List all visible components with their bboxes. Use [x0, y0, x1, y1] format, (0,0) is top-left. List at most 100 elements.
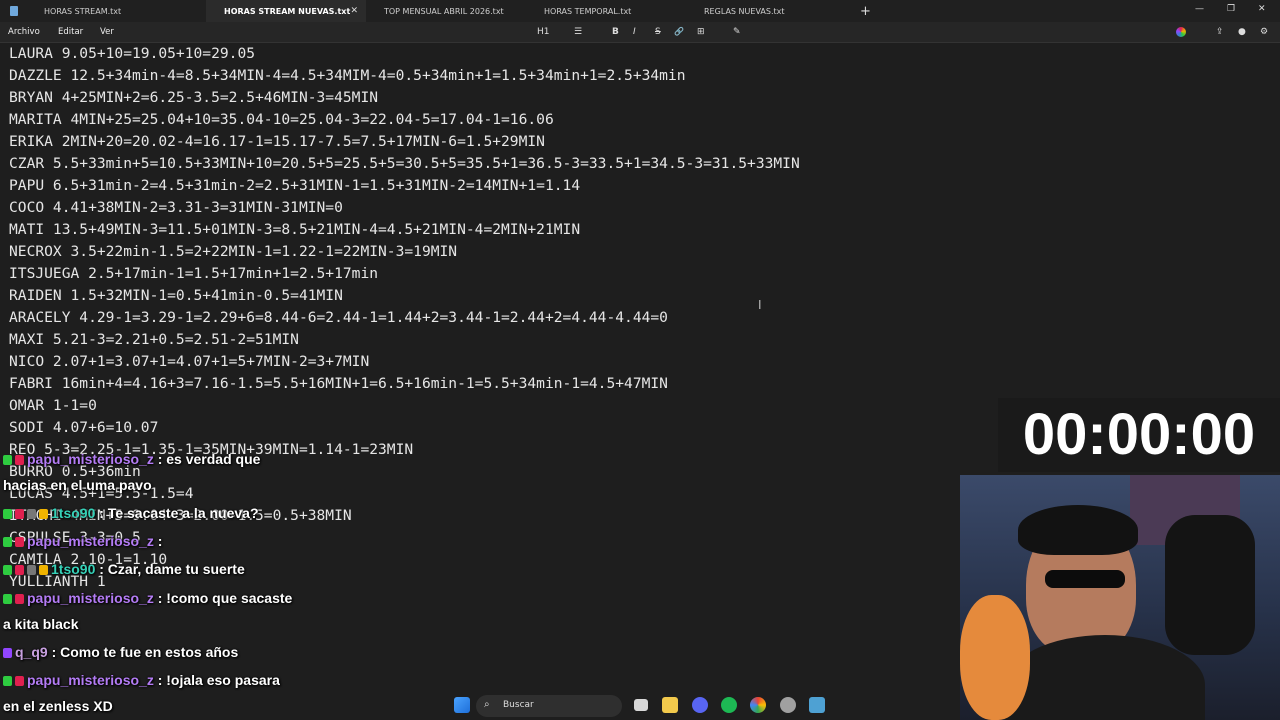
tab-horas-stream[interactable]: HORAS STREAM.txt — [26, 0, 206, 22]
copilot-icon[interactable] — [1176, 27, 1186, 37]
editor-line: ITSJUEGA 2.5+17min-1=1.5+17min+1=2.5+17m… — [9, 265, 379, 282]
tab-close-icon[interactable]: ✕ — [350, 6, 358, 16]
editor-line: SODI 4.07+6=10.07 — [9, 419, 159, 436]
chat-badge-icon — [27, 509, 36, 519]
spotify-icon[interactable] — [721, 697, 737, 713]
editor-line: LAURA 9.05+10=19.05+10=29.05 — [9, 45, 256, 62]
chat-message: papu_misterioso_z : — [3, 533, 162, 549]
editor-line: CZAR 5.5+33min+5=10.5+33MIN+10=20.5+5=25… — [9, 155, 800, 172]
streamer-hair — [1018, 505, 1138, 555]
chat-username: papu_misterioso_z — [27, 590, 154, 606]
table-icon[interactable]: ⊞ — [697, 27, 705, 37]
italic-button[interactable]: I — [633, 27, 636, 37]
chat-text: a kita black — [3, 616, 79, 632]
editor-line: ARACELY 4.29-1=3.29-1=2.29+6=8.44-6=2.44… — [9, 309, 668, 326]
tab-reglas-nuevas[interactable]: REGLAS NUEVAS.txt — [686, 0, 846, 22]
chat-text: : Czar, dame tu suerte — [99, 561, 245, 577]
chat-text: : — [157, 533, 163, 549]
tab-horas-temporal[interactable]: HORAS TEMPORAL.txt — [526, 0, 686, 22]
account-icon[interactable]: ● — [1238, 27, 1246, 37]
chat-badge-icon — [3, 565, 12, 575]
list-icon[interactable]: ☰ — [574, 27, 582, 37]
chat-username: papu_misterioso_z — [27, 533, 154, 549]
chat-badge-icon — [3, 537, 12, 547]
editor-line: MATI 13.5+49MIN-3=11.5+01MIN-3=8.5+21MIN… — [9, 221, 581, 238]
chat-username: 1tso90 — [51, 561, 96, 577]
tab-bar: HORAS STREAM.txt HORAS STREAM NUEVAS.txt… — [0, 0, 1280, 22]
minimize-button[interactable]: — — [1195, 4, 1204, 14]
chat-message: en el zenless XD — [3, 698, 113, 714]
chat-text: : !como que sacaste — [157, 590, 293, 606]
chat-badge-icon — [15, 455, 24, 465]
search-placeholder: Buscar — [503, 700, 534, 710]
strikethrough-button[interactable]: S — [655, 27, 661, 37]
chat-badge-icon — [39, 509, 48, 519]
chat-text: : Te sacaste a la nueva? — [99, 505, 259, 521]
settings-gear-icon[interactable]: ⚙ — [1260, 27, 1268, 37]
chat-message: 1tso90 : Te sacaste a la nueva? — [3, 505, 259, 521]
chat-message: hacias en el uma pavo — [3, 477, 152, 493]
share-icon[interactable]: ⇪ — [1216, 27, 1224, 37]
new-tab-button[interactable]: + — [860, 4, 871, 19]
task-view-icon[interactable] — [634, 699, 648, 711]
taskbar-search[interactable]: ⌕ Buscar — [476, 695, 622, 717]
heading-button[interactable]: H1 — [537, 27, 550, 37]
chat-text: : Como te fue en estos años — [51, 644, 239, 660]
sunglasses — [1045, 570, 1125, 588]
chat-badge-icon — [15, 509, 24, 519]
obs-icon[interactable] — [780, 697, 796, 713]
tab-label: TOP MENSUAL ABRIL 2026.txt — [384, 6, 504, 16]
chat-username: papu_misterioso_z — [27, 451, 154, 467]
chat-text: : es verdad que — [157, 451, 261, 467]
chat-username: 1tso90 — [51, 505, 96, 521]
chat-badge-icon — [39, 565, 48, 575]
chat-text: hacias en el uma pavo — [3, 477, 152, 493]
text-cursor-icon: I — [758, 298, 762, 312]
menu-bar: Archivo Editar Ver H1 ☰ B I S 🔗 ⊞ ✎ ⇪ ● … — [0, 22, 1280, 43]
chat-badge-icon — [3, 676, 12, 686]
menu-ver[interactable]: Ver — [100, 27, 114, 37]
chat-message: q_q9 : Como te fue en estos años — [3, 644, 238, 660]
tab-label: REGLAS NUEVAS.txt — [704, 6, 785, 16]
search-icon: ⌕ — [484, 699, 490, 710]
menu-archivo[interactable]: Archivo — [8, 27, 40, 37]
stream-timer: 00:00:00 — [998, 398, 1280, 472]
bold-button[interactable]: B — [612, 27, 619, 37]
close-window-button[interactable]: ✕ — [1258, 4, 1266, 14]
taskbar: ⌕ Buscar — [440, 690, 840, 720]
chat-message: papu_misterioso_z : !como que sacaste — [3, 590, 292, 606]
chat-text: en el zenless XD — [3, 698, 113, 714]
tab-top-mensual[interactable]: TOP MENSUAL ABRIL 2026.txt — [366, 0, 526, 22]
editor-line: NICO 2.07+1=3.07+1=4.07+1=5+7MIN-2=3+7MI… — [9, 353, 370, 370]
chrome-icon[interactable] — [750, 697, 766, 713]
maximize-button[interactable]: ❐ — [1227, 4, 1235, 14]
editor-line: PAPU 6.5+31min-2=4.5+31min-2=2.5+31MIN-1… — [9, 177, 581, 194]
editor-line: RAIDEN 1.5+32MIN-1=0.5+41min-0.5=41MIN — [9, 287, 343, 304]
clear-format-icon[interactable]: ✎ — [733, 27, 741, 37]
notepad-taskbar-icon[interactable] — [809, 697, 825, 713]
editor-line: MARITA 4MIN+25=25.04+10=35.04-10=25.04-3… — [9, 111, 554, 128]
editor-line: OMAR 1-1=0 — [9, 397, 97, 414]
webcam-overlay — [960, 475, 1280, 720]
chat-badge-icon — [15, 676, 24, 686]
chat-message: papu_misterioso_z : !ojala eso pasara — [3, 672, 280, 688]
editor-line: ERIKA 2MIN+20=20.02-4=16.17-1=15.17-7.5=… — [9, 133, 545, 150]
chat-badge-icon — [3, 455, 12, 465]
plush-toy — [960, 595, 1030, 720]
editor-line: BRYAN 4+25MIN+2=6.25-3.5=2.5+46MIN-3=45M… — [9, 89, 379, 106]
editor-line: MAXI 5.21-3=2.21+0.5=2.51-2=51MIN — [9, 331, 299, 348]
chat-badge-icon — [3, 648, 12, 658]
editor-line: NECROX 3.5+22min-1.5=2+22MIN-1=1.22-1=22… — [9, 243, 458, 260]
file-explorer-icon[interactable] — [662, 697, 678, 713]
discord-icon[interactable] — [692, 697, 708, 713]
chat-message: papu_misterioso_z : es verdad que — [3, 451, 260, 467]
chat-message: 1tso90 : Czar, dame tu suerte — [3, 561, 245, 577]
chat-badge-icon — [3, 509, 12, 519]
editor-line: FABRI 16min+4=4.16+3=7.16-1.5=5.5+16MIN+… — [9, 375, 668, 392]
menu-editar[interactable]: Editar — [58, 27, 83, 37]
windows-start-icon[interactable] — [454, 697, 470, 713]
link-icon[interactable]: 🔗 — [674, 27, 684, 36]
tab-horas-stream-nuevas[interactable]: HORAS STREAM NUEVAS.txt ✕ — [206, 0, 366, 22]
chat-badge-icon — [15, 565, 24, 575]
chat-username: papu_misterioso_z — [27, 672, 154, 688]
